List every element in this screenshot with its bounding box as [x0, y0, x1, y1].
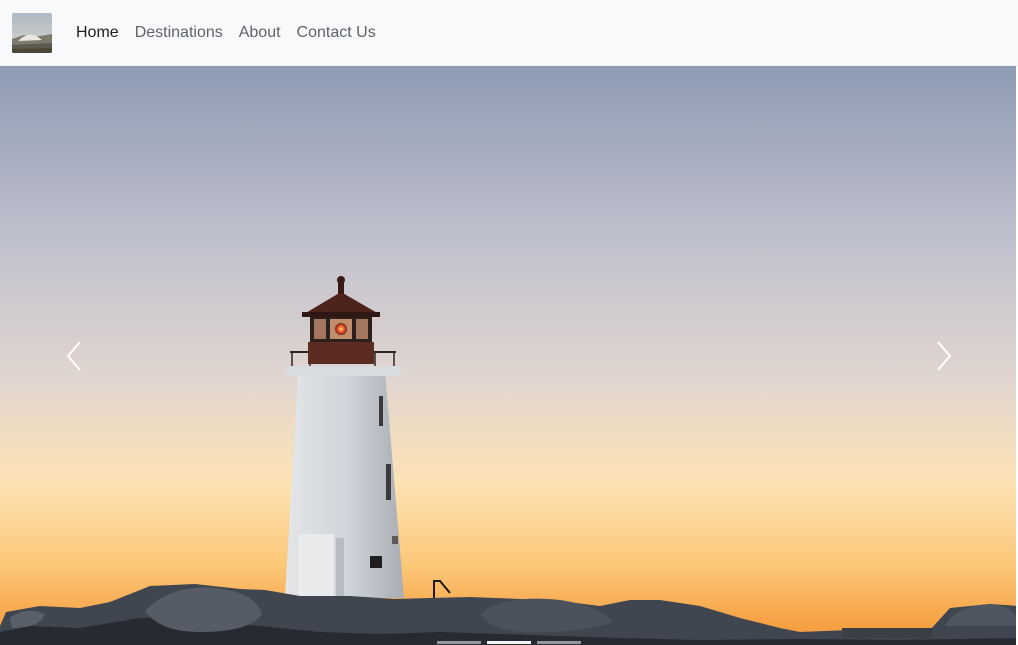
nav-item-contact: Contact Us	[289, 21, 384, 45]
lighthouse-slide-image	[0, 66, 1018, 645]
nav-link-contact-us[interactable]: Contact Us	[289, 21, 384, 45]
carousel-indicator-2[interactable]	[487, 641, 531, 644]
carousel-indicators	[0, 641, 1018, 645]
nav-item-destinations: Destinations	[127, 21, 231, 45]
carousel-next-button[interactable]	[868, 66, 1018, 645]
hero-carousel	[0, 66, 1018, 645]
nav-link-about[interactable]: About	[231, 21, 289, 45]
nav-item-about: About	[231, 21, 289, 45]
carousel-indicator-1[interactable]	[437, 641, 481, 644]
nav-link-destinations[interactable]: Destinations	[127, 21, 231, 45]
chevron-right-icon	[937, 340, 952, 371]
landscape-thumbnail-icon	[12, 12, 52, 53]
carousel-indicator-3[interactable]	[537, 641, 581, 644]
carousel-prev-button[interactable]	[0, 66, 150, 645]
top-navbar: Home Destinations About Contact Us	[0, 0, 1018, 66]
nav-link-home[interactable]: Home	[76, 21, 127, 45]
brand-logo-icon[interactable]	[12, 12, 52, 53]
nav-item-home: Home	[76, 21, 127, 45]
nav-menu: Home Destinations About Contact Us	[76, 21, 384, 45]
chevron-left-icon	[66, 340, 81, 371]
